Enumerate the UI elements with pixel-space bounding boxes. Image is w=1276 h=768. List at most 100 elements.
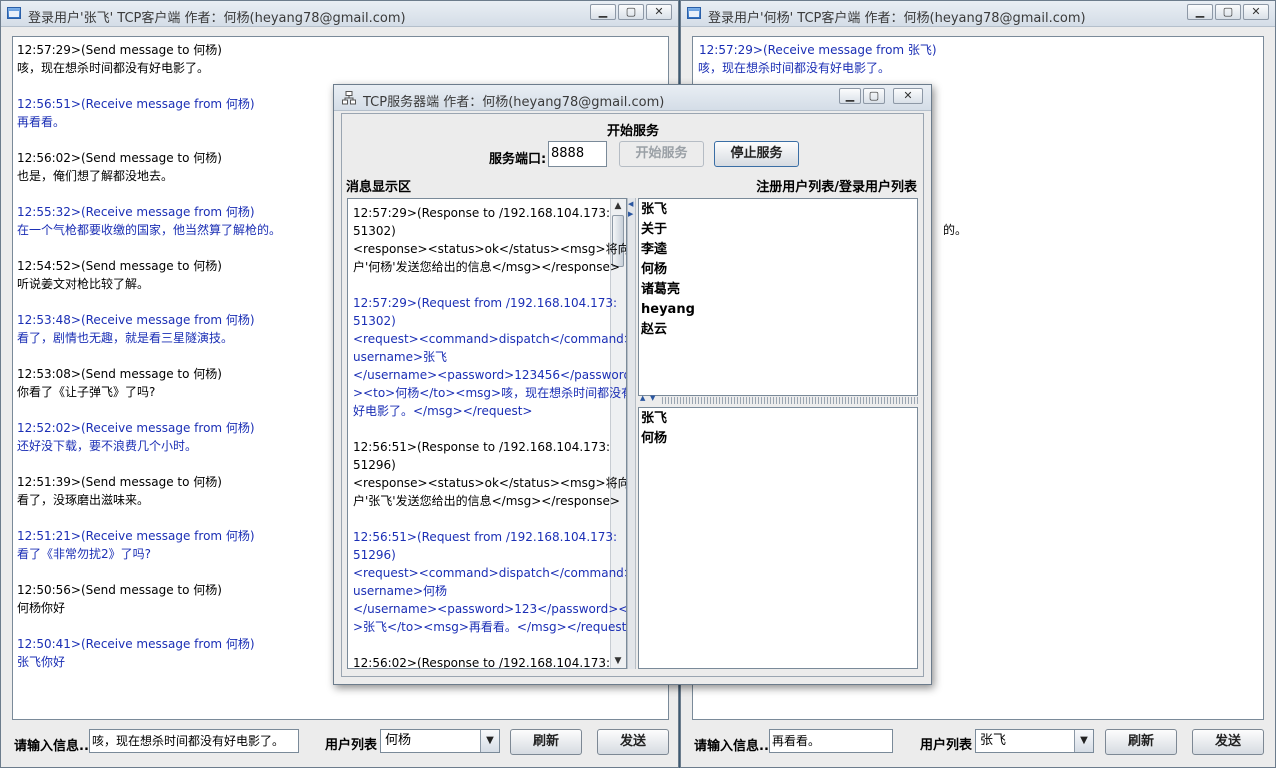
log-line: </username><password>123</password><to <box>353 602 627 616</box>
port-input[interactable]: 8888 <box>548 141 607 167</box>
log-area-label: 消息显示区 <box>346 180 412 195</box>
message-header: 12:56:02>(Send message to 何杨) <box>17 151 222 165</box>
message-header: 12:53:48>(Receive message from 何杨) <box>17 313 255 327</box>
registered-user-item[interactable]: 关于 <box>641 220 667 240</box>
splitter-handle[interactable]: ◀ ▶ <box>627 198 636 669</box>
message-header: 12:52:02>(Receive message from 何杨) <box>17 421 255 435</box>
message-body: 你看了《让子弹飞》了吗? <box>17 385 156 399</box>
user-list-label: 用户列表 <box>920 738 973 753</box>
minimize-button[interactable]: ▁ <box>590 4 616 20</box>
logged-in-user-item[interactable]: 张飞 <box>641 409 667 429</box>
splitter-grip <box>662 397 918 404</box>
java-app-icon <box>7 7 21 19</box>
logged-in-user-list[interactable]: 张飞 何杨 <box>638 407 918 669</box>
log-line: username>何杨 <box>353 584 448 598</box>
service-header: 开始服务 <box>607 124 660 139</box>
message-header: 12:55:32>(Receive message from 何杨) <box>17 205 255 219</box>
log-line: 好电影了。</msg></request> <box>353 404 533 418</box>
refresh-button[interactable]: 刷新 <box>510 729 582 755</box>
network-icon <box>342 91 356 105</box>
message-log[interactable]: ▲ ▼ 12:57:29>(Response to /192.168.104.1… <box>347 198 627 669</box>
arrow-up-icon[interactable]: ▲ <box>640 394 645 402</box>
message-body: 在一个气枪都要收缴的国家，他当然算了解枪的。 <box>17 223 282 237</box>
log-line: <request><command>dispatch</command>< <box>353 566 627 580</box>
window-title: 登录用户'张飞' TCP客户端 作者：何杨(heyang78@gmail.com… <box>28 11 406 26</box>
log-line: 12:57:29>(Request from /192.168.104.173: <box>353 296 618 310</box>
message-header: 12:51:39>(Send message to 何杨) <box>17 475 222 489</box>
close-button[interactable]: ✕ <box>1243 4 1269 20</box>
log-line: 12:56:02>(Response to /192.168.104.173: <box>353 656 611 669</box>
log-line: <response><status>ok</status><msg>将向用 <box>353 242 627 256</box>
maximize-button[interactable]: ▢ <box>618 4 644 20</box>
arrow-right-icon[interactable]: ▶ <box>628 210 633 218</box>
maximize-button[interactable]: ▢ <box>863 88 885 104</box>
registered-user-item[interactable]: heyang <box>641 300 695 320</box>
message-body: 也是，俺们想了解都没地去。 <box>17 169 174 183</box>
registered-user-item[interactable]: 何杨 <box>641 260 667 280</box>
message-body: 看了，没琢磨出滋味来。 <box>17 493 150 507</box>
refresh-button[interactable]: 刷新 <box>1105 729 1177 755</box>
log-line: 12:56:51>(Response to /192.168.104.173: <box>353 440 611 454</box>
port-label: 服务端口: <box>489 152 547 167</box>
log-line: 户'何杨'发送您给出的信息</msg></response> <box>353 260 620 274</box>
registered-user-item[interactable]: 张飞 <box>641 200 667 220</box>
scroll-down-icon[interactable]: ▼ <box>611 654 625 668</box>
log-line: username>张飞 <box>353 350 448 364</box>
message-body: 咳，现在想杀时间都没有好电影了。 <box>17 61 210 75</box>
log-line: 51302) <box>353 224 396 238</box>
input-label: 请输入信息... <box>694 739 774 754</box>
log-line: 12:56:51>(Request from /192.168.104.173: <box>353 530 618 544</box>
arrow-down-icon[interactable]: ▼ <box>650 394 655 402</box>
send-button[interactable]: 发送 <box>1192 729 1264 755</box>
java-app-icon <box>687 7 701 19</box>
message-header: 12:51:21>(Receive message from 何杨) <box>17 529 255 543</box>
message-body: 听说姜文对枪比较了解。 <box>17 277 150 291</box>
log-line: <request><command>dispatch</command>< <box>353 332 627 346</box>
message-body: 张飞你好 <box>17 655 66 669</box>
registered-user-item[interactable]: 李逵 <box>641 240 667 260</box>
window-title: TCP服务器端 作者：何杨(heyang78@gmail.com) <box>363 95 665 110</box>
message-body: 还好没下载，要不浪费几个小时。 <box>17 439 198 453</box>
user-list-select[interactable]: 张飞 ▼ <box>975 729 1094 753</box>
message-input[interactable]: 再看看。 <box>769 729 893 753</box>
message-body: 看了，剧情也无趣，就是看三星隧演技。 <box>17 331 234 345</box>
server-content: 开始服务 服务端口: 8888 开始服务 停止服务 消息显示区 注册用户列表/登… <box>341 113 924 677</box>
close-button[interactable]: ✕ <box>893 88 923 104</box>
window-title: 登录用户'何杨' TCP客户端 作者：何杨(heyang78@gmail.com… <box>708 11 1086 26</box>
title-bar[interactable]: 登录用户'何杨' TCP客户端 作者：何杨(heyang78@gmail.com… <box>681 1 1275 27</box>
chevron-down-icon[interactable]: ▼ <box>1074 730 1093 752</box>
message-header: 12:53:08>(Send message to 何杨) <box>17 367 222 381</box>
message-body: 再看看。 <box>17 115 66 129</box>
registered-user-item[interactable]: 赵云 <box>641 320 667 340</box>
send-button[interactable]: 发送 <box>597 729 669 755</box>
log-line: <response><status>ok</status><msg>将向用 <box>353 476 627 490</box>
title-bar[interactable]: TCP服务器端 作者：何杨(heyang78@gmail.com) ▁ ▢ ✕ <box>334 85 931 111</box>
close-button[interactable]: ✕ <box>646 4 672 20</box>
start-service-button[interactable]: 开始服务 <box>619 141 704 167</box>
message-header: 12:50:41>(Receive message from 何杨) <box>17 637 255 651</box>
user-list-select[interactable]: 何杨 ▼ <box>380 729 500 753</box>
log-line: 户'张飞'发送您给出的信息</msg></response> <box>353 494 620 508</box>
message-header: 12:57:29>(Send message to 何杨) <box>17 43 222 57</box>
message-header: 12:54:52>(Send message to 何杨) <box>17 259 222 273</box>
message-body: 看了《非常勿扰2》了吗? <box>17 547 152 561</box>
logged-in-user-item[interactable]: 何杨 <box>641 429 667 449</box>
minimize-button[interactable]: ▁ <box>1187 4 1213 20</box>
title-bar[interactable]: 登录用户'张飞' TCP客户端 作者：何杨(heyang78@gmail.com… <box>1 1 678 27</box>
scroll-up-icon[interactable]: ▲ <box>611 199 625 213</box>
registered-user-list[interactable]: 张飞 关于 李逵 何杨 诸葛亮 heyang 赵云 <box>638 198 918 396</box>
minimize-button[interactable]: ▁ <box>839 88 861 104</box>
chevron-down-icon[interactable]: ▼ <box>480 730 499 752</box>
maximize-button[interactable]: ▢ <box>1215 4 1241 20</box>
arrow-left-icon[interactable]: ◀ <box>628 200 633 208</box>
message-header: 12:56:51>(Receive message from 何杨) <box>17 97 255 111</box>
message-input[interactable]: 咳，现在想杀时间都没有好电影了。 <box>89 729 299 753</box>
stop-service-button[interactable]: 停止服务 <box>714 141 799 167</box>
registered-user-item[interactable]: 诸葛亮 <box>641 280 680 300</box>
selected-user: 张飞 <box>980 733 1007 748</box>
log-line: ><to>何杨</to><msg>咳，现在想杀时间都没有 <box>353 386 627 400</box>
message-header: 12:50:56>(Send message to 何杨) <box>17 583 222 597</box>
log-line: >张飞</to><msg>再看看。</msg></request> <box>353 620 627 634</box>
user-lists-label: 注册用户列表/登录用户列表 <box>756 180 917 195</box>
vertical-splitter[interactable]: ▲ ▼ <box>638 394 918 406</box>
